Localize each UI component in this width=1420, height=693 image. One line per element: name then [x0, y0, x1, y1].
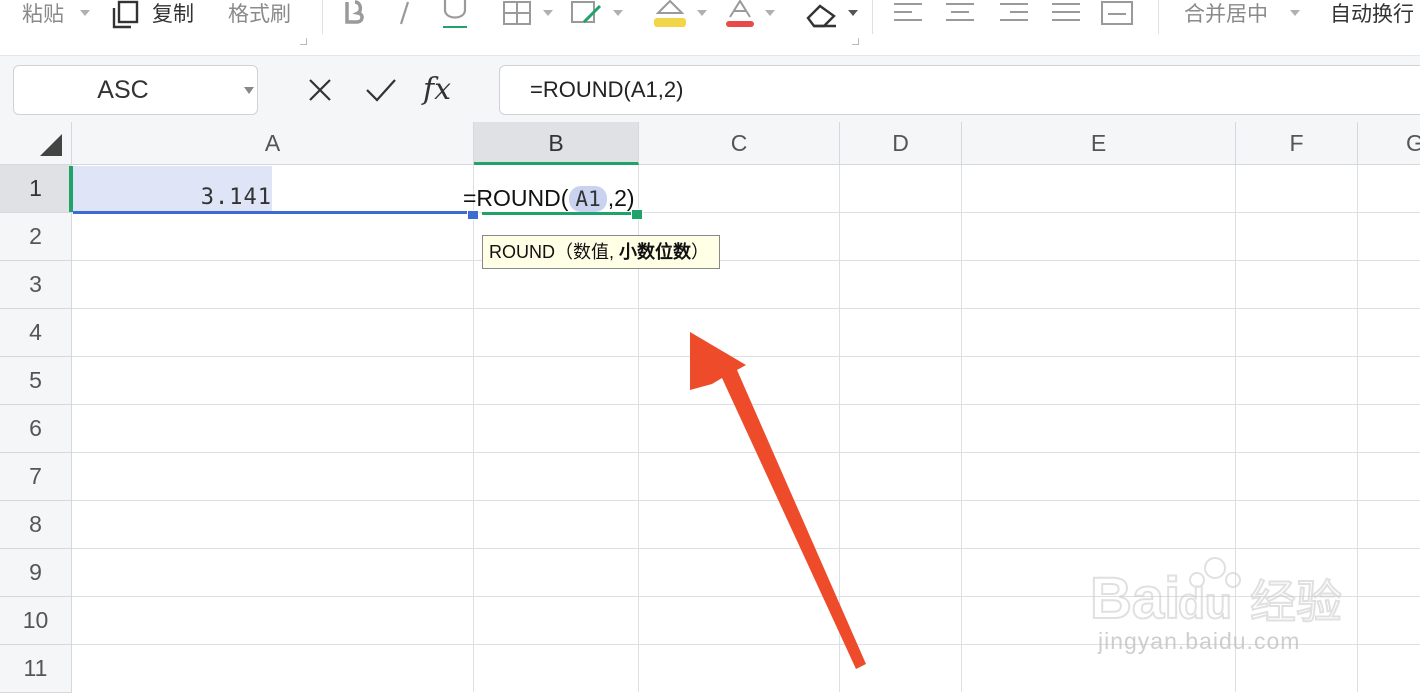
paste-dropdown-icon[interactable]	[80, 10, 90, 16]
grid-line	[839, 165, 840, 692]
format-painter-button[interactable]: 格式刷	[228, 0, 291, 32]
name-box[interactable]: ASC	[13, 65, 258, 115]
row-header-4[interactable]: 4	[0, 309, 72, 357]
highlight-icon[interactable]	[652, 0, 688, 32]
select-all-corner[interactable]	[0, 122, 72, 165]
column-header-d[interactable]: D	[840, 122, 962, 165]
eraser-icon[interactable]	[804, 0, 840, 32]
watermark-site: jingyan.baidu.com	[1098, 628, 1301, 654]
column-header-e[interactable]: E	[962, 122, 1236, 165]
svg-text:Bai: Bai	[1090, 566, 1180, 630]
grid-line	[72, 500, 1420, 501]
border-dropdown-icon[interactable]	[543, 10, 553, 16]
column-header-a[interactable]: A	[72, 122, 474, 165]
toolbar-divider	[322, 0, 323, 34]
tooltip-open: （数值,	[555, 242, 620, 262]
cell-b1-formula-ref[interactable]: A1	[569, 186, 607, 212]
row-header-1[interactable]: 1	[0, 165, 72, 213]
column-header-b[interactable]: B	[474, 122, 639, 165]
grid-line	[72, 260, 1420, 261]
insert-function-button[interactable]: fx	[423, 70, 451, 110]
eraser-dropdown-icon[interactable]	[848, 10, 858, 16]
align-left-icon[interactable]	[892, 0, 924, 32]
cell-a1-left-border	[69, 166, 73, 212]
row-header-8[interactable]: 8	[0, 501, 72, 549]
cell-b1-formula-prefix: =ROUND(	[463, 185, 569, 211]
row-header-9[interactable]: 9	[0, 549, 72, 597]
row-header-5[interactable]: 5	[0, 357, 72, 405]
tooltip-close: ）	[691, 242, 710, 262]
formula-bar: ASC fx =ROUND(A1,2)	[0, 56, 1420, 122]
row-header-2[interactable]: 2	[0, 213, 72, 261]
justify-icon[interactable]	[1050, 0, 1082, 32]
grid-line	[72, 452, 1420, 453]
toolbar-divider	[1158, 0, 1159, 34]
function-signature-tooltip: ROUND（数值, 小数位数）	[482, 235, 720, 269]
merge-center-button[interactable]: 合并居中	[1184, 0, 1268, 32]
row-header-6[interactable]: 6	[0, 405, 72, 453]
border-icon[interactable]	[502, 0, 532, 32]
cell-a1-value: 3.141	[200, 185, 272, 210]
svg-text:经验: 经验	[1250, 575, 1342, 629]
fill-color-icon[interactable]	[570, 0, 604, 32]
column-header-g[interactable]: G	[1358, 122, 1420, 165]
active-cell-border	[482, 212, 632, 215]
highlight-dropdown-icon[interactable]	[697, 10, 707, 16]
baidu-logo-icon: Bai du 经验	[1090, 557, 1343, 630]
row-header-10[interactable]: 10	[0, 597, 72, 645]
grid-line	[961, 165, 962, 692]
grid-line	[72, 356, 1420, 357]
align-center-icon[interactable]	[944, 0, 976, 32]
merge-dropdown-icon[interactable]	[1290, 10, 1300, 16]
row-header-3[interactable]: 3	[0, 261, 72, 309]
font-color-dropdown-icon[interactable]	[765, 10, 775, 16]
grid-line	[72, 308, 1420, 309]
align-right-icon[interactable]	[998, 0, 1030, 32]
italic-icon[interactable]	[394, 0, 414, 32]
underline-icon[interactable]	[440, 0, 470, 32]
paste-button[interactable]: 粘贴	[22, 0, 64, 32]
row-header-7[interactable]: 7	[0, 453, 72, 501]
grid-line	[473, 165, 474, 692]
check-icon[interactable]	[364, 72, 398, 108]
close-icon[interactable]	[306, 72, 334, 108]
toolbar-divider	[872, 0, 873, 34]
grid-line	[72, 404, 1420, 405]
fill-dropdown-icon[interactable]	[613, 10, 623, 16]
select-all-triangle-icon	[40, 134, 62, 156]
column-header-f[interactable]: F	[1236, 122, 1358, 165]
tooltip-function-name: ROUND	[489, 242, 555, 262]
formula-text: =ROUND(A1,2)	[530, 77, 684, 102]
font-color-icon[interactable]	[724, 0, 756, 32]
clipboard-group-launcher-icon[interactable]	[300, 38, 307, 45]
chevron-down-icon[interactable]	[244, 87, 254, 94]
formula-input[interactable]: =ROUND(A1,2)	[499, 65, 1420, 115]
fill-handle[interactable]	[631, 209, 643, 220]
font-group-launcher-icon[interactable]	[852, 38, 859, 45]
align-bottom-icon[interactable]	[1100, 0, 1134, 32]
column-header-c[interactable]: C	[639, 122, 840, 165]
row-header-11[interactable]: 11	[0, 645, 72, 693]
name-box-value: ASC	[97, 76, 149, 104]
tooltip-active-arg: 小数位数	[619, 242, 692, 262]
reference-range-border	[73, 211, 473, 214]
bold-icon[interactable]	[340, 0, 372, 32]
svg-text:du: du	[1178, 579, 1232, 628]
copy-button[interactable]: 复制	[152, 0, 194, 32]
copy-icon[interactable]	[110, 0, 142, 32]
grid-line	[1357, 165, 1358, 692]
cell-b1-formula-suffix: ,2)	[607, 185, 635, 211]
wrap-text-button[interactable]: 自动换行	[1330, 0, 1414, 32]
ribbon-toolbar: 粘贴 复制 格式刷 合并居中 自动换行	[0, 0, 1420, 56]
